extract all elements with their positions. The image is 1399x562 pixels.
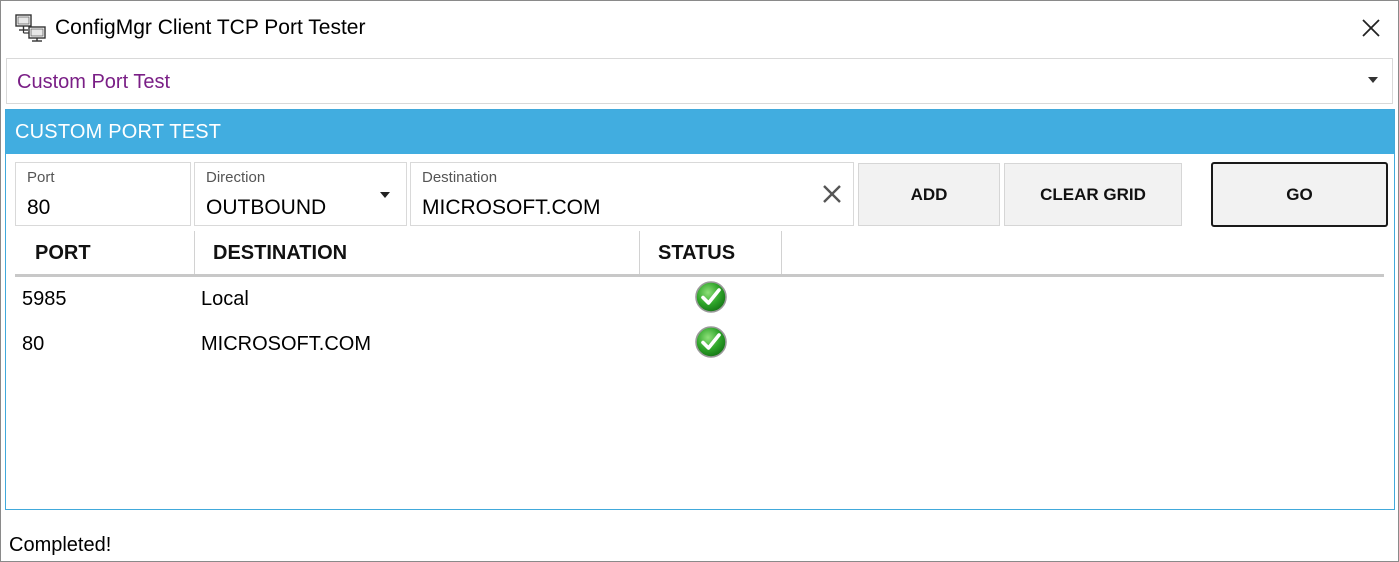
destination-field[interactable]: Destination MICROSOFT.COM <box>410 162 854 226</box>
column-header-port[interactable]: PORT <box>15 231 195 274</box>
close-icon <box>823 185 841 203</box>
direction-label: Direction <box>206 169 266 186</box>
column-header-destination[interactable]: DESTINATION <box>195 231 640 274</box>
destination-input[interactable]: MICROSOFT.COM <box>422 196 601 220</box>
chevron-down-icon <box>1368 77 1378 83</box>
port-field[interactable]: Port 80 <box>15 162 191 226</box>
grid-header: PORT DESTINATION STATUS <box>15 231 1384 277</box>
close-icon <box>1362 19 1380 37</box>
go-button[interactable]: GO <box>1211 162 1388 227</box>
port-label: Port <box>27 169 55 186</box>
close-button[interactable] <box>1351 9 1391 47</box>
success-check-icon <box>694 280 728 314</box>
test-mode-value: Custom Port Test <box>17 71 171 93</box>
destination-label: Destination <box>422 169 498 186</box>
network-computers-icon <box>15 14 47 42</box>
title-bar: ConfigMgr Client TCP Port Tester <box>1 1 1398 56</box>
panel-header: CUSTOM PORT TEST <box>6 110 1394 154</box>
row-port: 5985 <box>22 288 67 310</box>
direction-value: OUTBOUND <box>206 196 327 219</box>
custom-port-test-panel: CUSTOM PORT TEST Port 80 Direction OUTBO… <box>5 109 1395 510</box>
results-grid: PORT DESTINATION STATUS 5985 Local 80 MI… <box>15 231 1384 501</box>
column-header-status[interactable]: STATUS <box>640 231 782 274</box>
success-check-icon <box>694 325 728 359</box>
panel-title: CUSTOM PORT TEST <box>15 121 222 143</box>
chevron-down-icon <box>380 192 390 198</box>
clear-grid-button[interactable]: CLEAR GRID <box>1004 163 1182 226</box>
test-mode-dropdown[interactable]: Custom Port Test <box>6 58 1393 104</box>
window-title: ConfigMgr Client TCP Port Tester <box>55 16 366 39</box>
row-destination: MICROSOFT.COM <box>201 333 371 355</box>
direction-dropdown[interactable]: Direction OUTBOUND <box>194 162 407 226</box>
row-destination: Local <box>201 288 249 310</box>
app-window: ConfigMgr Client TCP Port Tester Custom … <box>0 0 1399 562</box>
add-button[interactable]: ADD <box>858 163 1000 226</box>
row-port: 80 <box>22 333 45 355</box>
clear-destination-button[interactable] <box>819 181 845 207</box>
port-input[interactable]: 80 <box>27 196 50 220</box>
table-row[interactable]: 80 MICROSOFT.COM <box>15 326 1384 377</box>
status-text: Completed! <box>9 534 112 556</box>
